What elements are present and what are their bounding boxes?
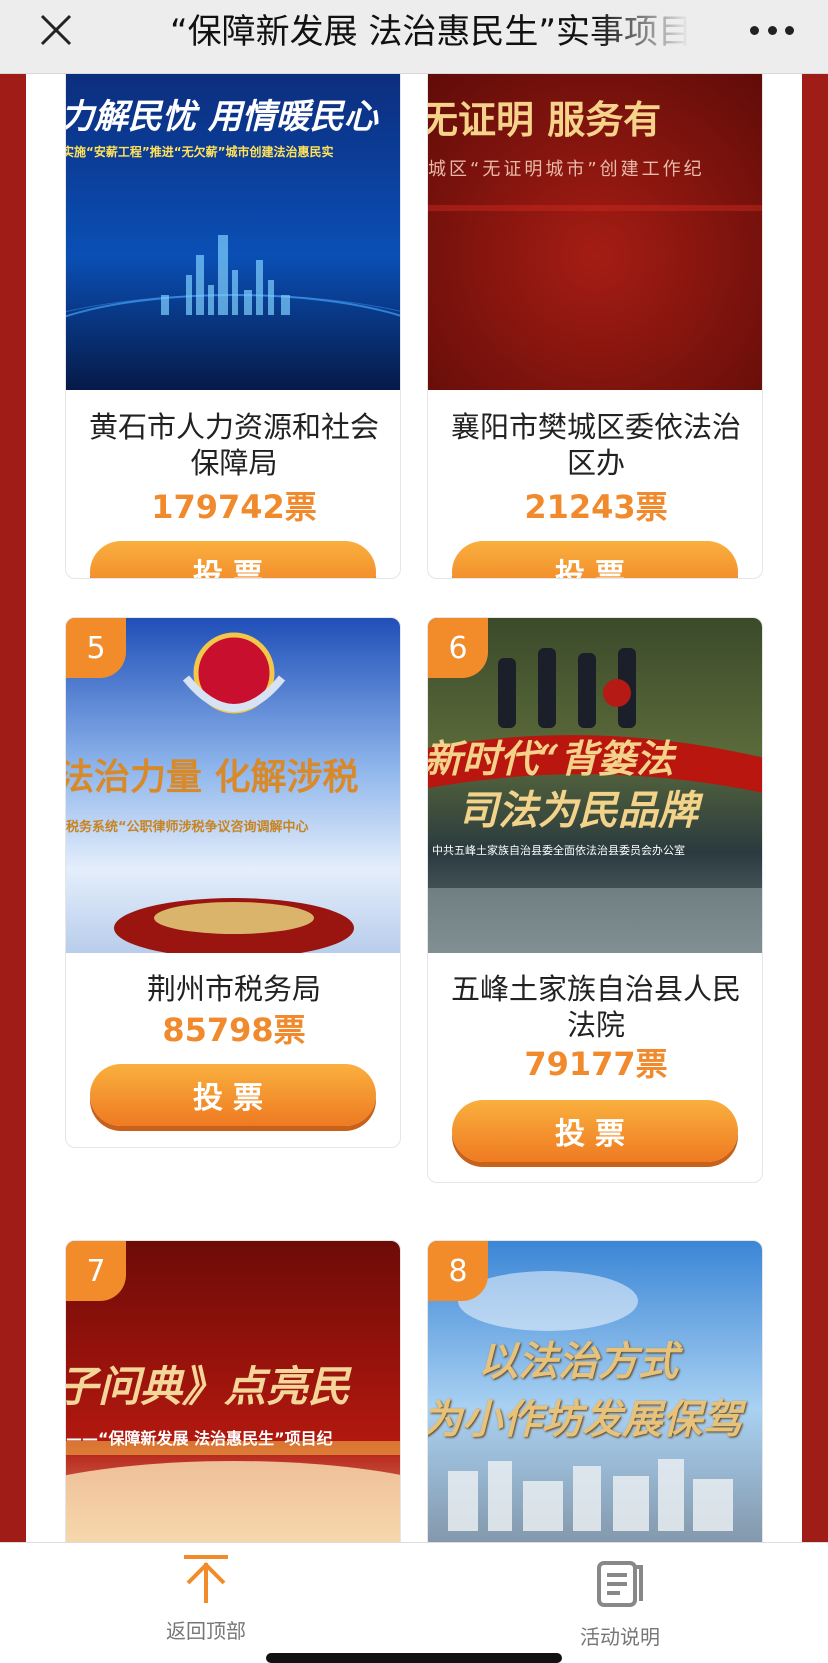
image-caption: 中共五峰土家族自治县委全面依法治县委员会办公室 [432,844,685,857]
candidate-card: 6 新时代“背篓法 司法为民品牌 中共五峰土家族自治县委全面依法治县委员会办公室… [427,617,763,1183]
vote-count: 79177票 [524,1045,668,1083]
image-subtext: 司法为民品牌 [458,787,698,834]
arrow-up-icon [180,1553,232,1605]
image-headline: 无证明 服务有 [428,97,662,142]
activity-rules-label: 活动说明 [580,1625,660,1649]
image-subtext: ——“保障新发展 法治惠民生”项目纪 [66,1429,333,1448]
vote-count: 179742票 [151,488,317,526]
image-subtext: 税务系统“公职律师涉税争议咨询调解中心 [66,820,309,835]
candidate-card: 无证明 服务有 城区“无证明城市”创建工作纪 襄阳市樊城区委依法治区办 2124… [427,54,763,579]
image-subtext: 实施“安薪工程”推进“无欠薪”城市创建法治惠民实 [66,145,334,159]
vote-button[interactable]: 投票 [90,541,376,578]
image-headline: 法治力量 化解涉税 [66,756,359,798]
page-title: “保障新发展 法治惠民生”实事项目投票 [170,12,690,52]
vote-button[interactable]: 投票 [90,1064,376,1126]
close-icon[interactable] [38,12,78,52]
candidate-grid[interactable]: 力解民忧 用情暖民心 实施“安薪工程”推进“无欠薪”城市创建法治惠民实 黄石市人… [26,54,802,1640]
vote-count: 21243票 [524,488,668,526]
back-to-top-label: 返回顶部 [166,1619,246,1643]
candidate-image[interactable]: 力解民忧 用情暖民心 实施“安薪工程”推进“无欠薪”城市创建法治惠民实 [66,55,400,390]
rank-badge: 6 [428,618,488,678]
more-dots-icon[interactable] [750,22,794,38]
home-indicator[interactable] [266,1653,562,1663]
vote-count: 85798票 [162,1011,306,1049]
image-headline: 力解民忧 用情暖民心 [66,97,378,137]
document-icon [594,1557,646,1609]
rank-badge: 7 [66,1241,126,1301]
candidate-name: 荆州市税务局 [146,972,321,1006]
image-headline: 以法治方式 [478,1338,678,1385]
rank-badge: 5 [66,618,126,678]
activity-rules-button[interactable]: 活动说明 [520,1543,720,1653]
candidate-name: 五峰土家族自治县人民法院 [450,972,741,1042]
candidate-card: 5 法治力量 化解涉税 税务系统“公职律师涉税争议咨询调解中心 荆州市税务局 8… [65,617,401,1148]
back-to-top-button[interactable]: 返回顶部 [106,1543,306,1653]
candidate-name: 黄石市人力资源和社会保障局 [88,410,379,480]
vote-button[interactable]: 投票 [452,541,738,578]
image-headline: 子问典》点亮民 [66,1362,351,1411]
image-headline: 新时代“背篓法 [428,736,674,781]
bottom-toolbar: 返回顶部 活动说明 [0,1542,828,1663]
image-subtext: 城区“无证明城市”创建工作纪 [428,159,705,180]
vote-button[interactable]: 投票 [452,1100,738,1162]
page-background: 力解民忧 用情暖民心 实施“安薪工程”推进“无欠薪”城市创建法治惠民实 黄石市人… [0,54,828,1640]
nav-bar: “保障新发展 法治惠民生”实事项目投票 [0,0,828,74]
candidate-image[interactable]: 无证明 服务有 城区“无证明城市”创建工作纪 [428,55,762,390]
candidate-name: 襄阳市樊城区委依法治区办 [450,410,741,480]
image-subtext: 为小作坊发展保驾 [428,1396,742,1443]
candidate-card: 力解民忧 用情暖民心 实施“安薪工程”推进“无欠薪”城市创建法治惠民实 黄石市人… [65,54,401,579]
rank-badge: 8 [428,1241,488,1301]
